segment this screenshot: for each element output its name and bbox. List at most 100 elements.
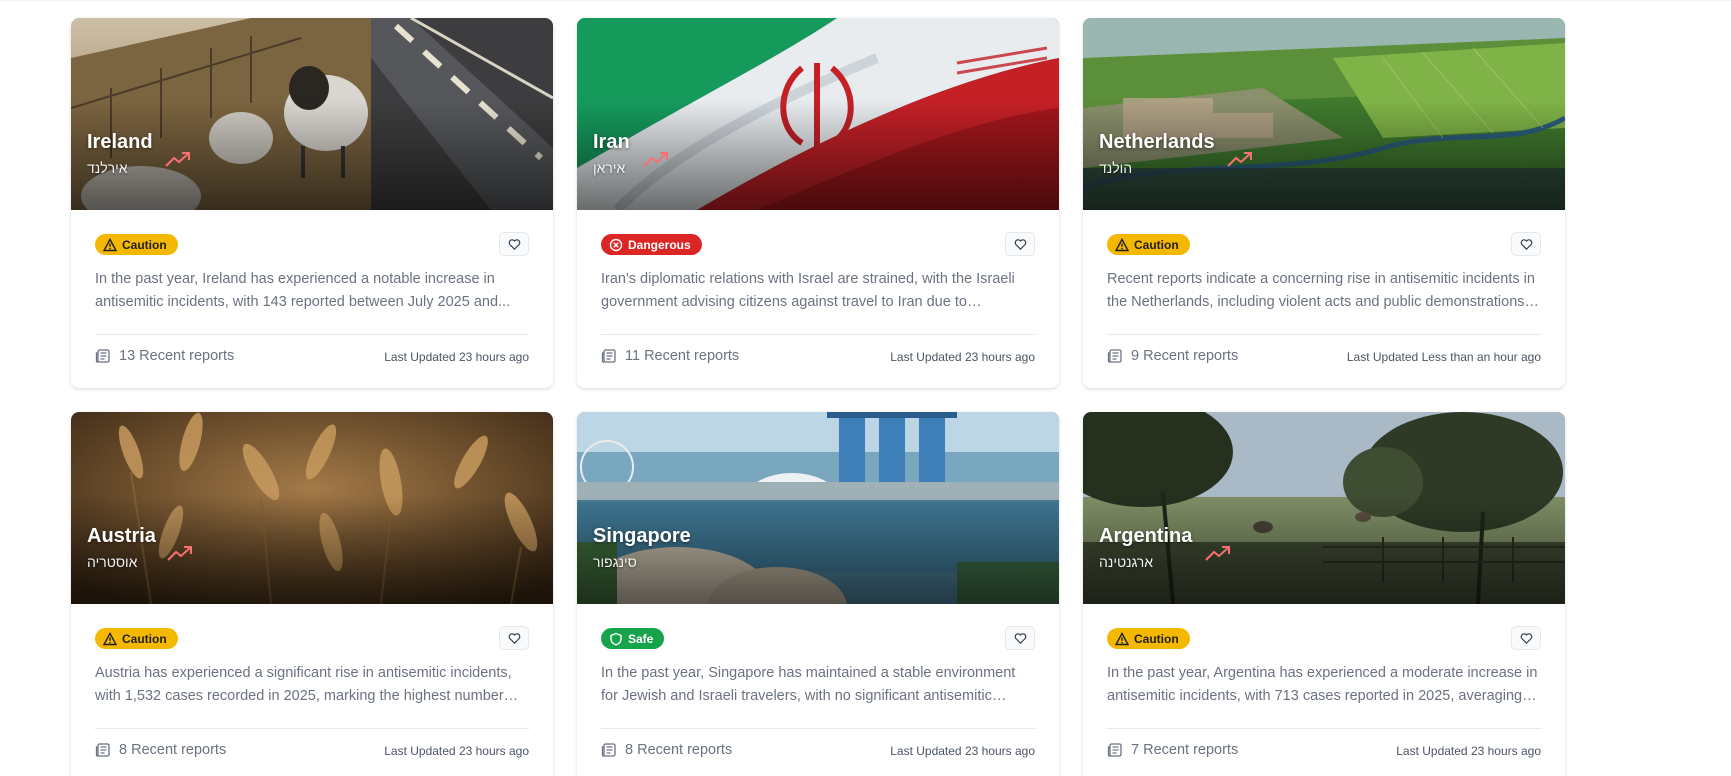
warning-triangle-icon <box>1115 237 1129 251</box>
card-hero-image[interactable]: Netherlands הולנד <box>1083 18 1565 210</box>
hero-gradient <box>1083 494 1565 604</box>
recent-reports[interactable]: 8 Recent reports <box>601 742 732 758</box>
card-divider <box>601 728 1035 729</box>
country-description: In the past year, Singapore has maintain… <box>601 665 1016 704</box>
country-card-argentina[interactable]: Argentina ארגנטינה Caution In the past y… <box>1083 412 1565 776</box>
reports-count: 7 Recent reports <box>1131 742 1239 758</box>
trending-up-icon <box>643 152 668 167</box>
country-name-hebrew: אוסטריה <box>87 554 138 570</box>
country-description: In the past year, Ireland has experience… <box>95 271 511 310</box>
heart-icon <box>1014 632 1026 644</box>
country-description: Austria has experienced a significant ri… <box>95 665 512 704</box>
reports-count: 9 Recent reports <box>1131 348 1239 364</box>
country-card-iran[interactable]: Iran איראן Dangerous Iran's diplomatic r… <box>577 18 1059 388</box>
favorite-button[interactable] <box>1511 626 1541 650</box>
warning-triangle-icon <box>1115 631 1129 645</box>
last-updated: Last Updated 23 hours ago <box>890 744 1035 758</box>
card-body: Caution Recent reports indicate a concer… <box>1083 210 1565 388</box>
warning-triangle-icon <box>103 237 117 251</box>
recent-reports[interactable]: 8 Recent reports <box>95 742 226 758</box>
card-divider <box>601 334 1035 335</box>
card-divider <box>95 728 529 729</box>
country-name: Singapore <box>593 525 691 547</box>
last-updated: Last Updated 23 hours ago <box>1396 744 1541 758</box>
country-card-netherlands[interactable]: Netherlands הולנד Caution Recent reports… <box>1083 18 1565 388</box>
newspaper-icon <box>95 743 110 757</box>
favorite-button[interactable] <box>1511 232 1541 256</box>
newspaper-icon <box>95 349 110 363</box>
status-label: Caution <box>1134 237 1179 252</box>
status-badge: Dangerous <box>601 234 702 255</box>
favorite-button[interactable] <box>1005 232 1035 256</box>
hero-gradient <box>577 494 1059 604</box>
trending-up-icon <box>167 546 192 561</box>
card-hero-image[interactable]: Iran איראן <box>577 18 1059 210</box>
card-body: Safe In the past year, Singapore has mai… <box>577 604 1059 776</box>
recent-reports[interactable]: 13 Recent reports <box>95 348 234 364</box>
card-body: Caution In the past year, Argentina has … <box>1083 604 1565 776</box>
status-label: Caution <box>122 237 167 252</box>
reports-count: 8 Recent reports <box>625 742 733 758</box>
reports-count: 11 Recent reports <box>625 348 740 364</box>
newspaper-icon <box>1107 743 1122 757</box>
country-description: Iran's diplomatic relations with Israel … <box>601 271 1015 310</box>
country-description: In the past year, Argentina has experien… <box>1107 665 1538 704</box>
status-label: Safe <box>628 631 654 646</box>
recent-reports[interactable]: 11 Recent reports <box>601 348 739 364</box>
card-hero-image[interactable]: Ireland אירלנד <box>71 18 553 210</box>
card-body: Caution In the past year, Ireland has ex… <box>71 210 553 388</box>
card-hero-image[interactable]: Argentina ארגנטינה <box>1083 412 1565 604</box>
status-badge: Safe <box>601 628 665 649</box>
card-divider <box>95 334 529 335</box>
last-updated: Last Updated 23 hours ago <box>384 744 529 758</box>
heart-icon <box>508 632 520 644</box>
favorite-button[interactable] <box>1005 626 1035 650</box>
reports-count: 8 Recent reports <box>119 742 227 758</box>
country-card-austria[interactable]: Austria אוסטריה Caution Austria has expe… <box>71 412 553 776</box>
status-label: Caution <box>1134 631 1179 646</box>
hero-gradient <box>71 100 553 210</box>
favorite-button[interactable] <box>499 232 529 256</box>
x-circle-icon <box>609 238 623 251</box>
country-description: Recent reports indicate a concerning ris… <box>1107 271 1535 310</box>
card-body: Dangerous Iran's diplomatic relations wi… <box>577 210 1059 388</box>
country-name: Austria <box>87 525 156 547</box>
recent-reports[interactable]: 9 Recent reports <box>1107 348 1238 364</box>
card-body: Caution Austria has experienced a signif… <box>71 604 553 776</box>
heart-icon <box>1520 238 1532 250</box>
top-divider <box>0 0 1731 1</box>
country-name: Ireland <box>87 131 153 153</box>
card-divider <box>1107 728 1541 729</box>
status-badge: Caution <box>1107 628 1190 649</box>
recent-reports[interactable]: 7 Recent reports <box>1107 742 1238 758</box>
last-updated: Last Updated 23 hours ago <box>890 350 1035 364</box>
newspaper-icon <box>1107 349 1122 363</box>
hero-gradient <box>71 494 553 604</box>
status-badge: Caution <box>95 234 178 255</box>
country-name-hebrew: הולנד <box>1099 160 1133 176</box>
card-hero-image[interactable]: Austria אוסטריה <box>71 412 553 604</box>
last-updated: Last Updated 23 hours ago <box>384 350 529 364</box>
hero-gradient <box>1083 100 1565 210</box>
country-name-hebrew: איראן <box>593 160 626 176</box>
status-badge: Caution <box>1107 234 1190 255</box>
trending-up-icon <box>1205 546 1230 561</box>
last-updated: Last Updated Less than an hour ago <box>1346 350 1541 364</box>
status-label: Caution <box>122 631 167 646</box>
card-hero-image[interactable]: Singapore סינגפור <box>577 412 1059 604</box>
heart-icon <box>1014 238 1026 250</box>
country-name-hebrew: סינגפור <box>593 554 637 570</box>
status-badge: Caution <box>95 628 178 649</box>
shield-icon <box>610 632 622 646</box>
country-name: Iran <box>593 131 630 153</box>
warning-triangle-icon <box>103 631 117 645</box>
trending-up-icon <box>1227 152 1252 167</box>
country-card-singapore[interactable]: Singapore סינגפור Safe In the past year,… <box>577 412 1059 776</box>
country-card-ireland[interactable]: Ireland אירלנד Caution In the past year,… <box>71 18 553 388</box>
country-name: Argentina <box>1099 525 1193 547</box>
status-label: Dangerous <box>628 237 691 252</box>
heart-icon <box>1520 632 1532 644</box>
reports-count: 13 Recent reports <box>119 348 235 364</box>
favorite-button[interactable] <box>499 626 529 650</box>
newspaper-icon <box>601 349 616 363</box>
